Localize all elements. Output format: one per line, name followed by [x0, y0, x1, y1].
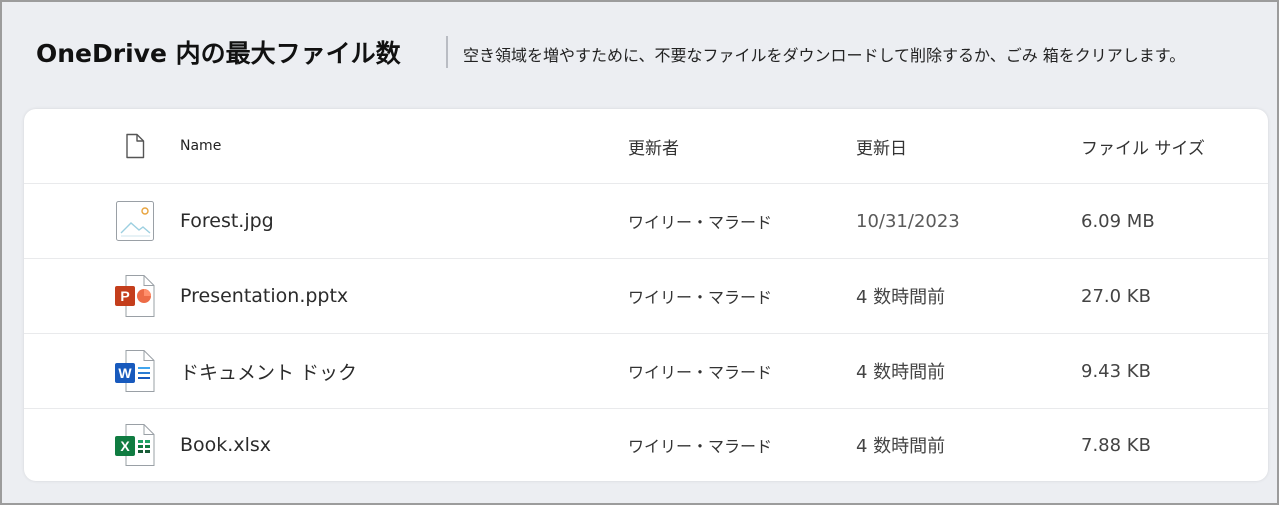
onedrive-largest-files-panel: OneDrive 内の最大ファイル数 空き領域を増やすために、不要なファイルをダ…: [0, 0, 1279, 505]
modified-by: ワイリー・マラード: [628, 213, 773, 232]
word-file-icon: W: [114, 349, 156, 393]
svg-text:W: W: [118, 365, 132, 381]
file-size: 6.09 MB: [1081, 210, 1155, 232]
column-header-file-size[interactable]: ファイル サイズ: [1081, 109, 1205, 183]
file-size: 27.0 KB: [1081, 285, 1151, 307]
modified-by: ワイリー・マラード: [628, 363, 773, 382]
excel-file-icon: X: [114, 423, 156, 467]
svg-text:P: P: [120, 288, 129, 304]
table-row[interactable]: X Book.xlsx ワイリー・マラード 4 数時間前 7.88 KB: [24, 408, 1268, 482]
column-header-modified-date[interactable]: 更新日: [856, 109, 907, 183]
column-header-modified-by[interactable]: 更新者: [628, 109, 679, 183]
file-name[interactable]: Forest.jpg: [180, 184, 274, 258]
modified-date: 4 数時間前: [856, 287, 946, 308]
page-title: OneDrive 内の最大ファイル数: [36, 39, 401, 68]
svg-text:X: X: [120, 438, 130, 454]
modified-by: ワイリー・マラード: [628, 288, 773, 307]
file-name[interactable]: Book.xlsx: [180, 408, 271, 482]
file-name[interactable]: ドキュメント ドック: [180, 334, 357, 408]
file-size: 7.88 KB: [1081, 434, 1151, 456]
files-table: Name 更新者 更新日 ファイル サイズ Forest.jpg ワイリー・マラ…: [24, 109, 1268, 481]
modified-date: 10/31/2023: [856, 210, 960, 232]
file-name[interactable]: Presentation.pptx: [180, 259, 348, 333]
powerpoint-file-icon: P: [114, 274, 156, 318]
column-header-name[interactable]: Name: [180, 109, 221, 183]
file-icon: [124, 133, 146, 159]
file-size: 9.43 KB: [1081, 360, 1151, 382]
table-header-row: Name 更新者 更新日 ファイル サイズ: [24, 109, 1268, 184]
image-file-icon: [115, 200, 155, 242]
modified-by: ワイリー・マラード: [628, 437, 773, 456]
table-row[interactable]: P Presentation.pptx ワイリー・マラード 4 数時間前 27.…: [24, 259, 1268, 334]
table-row[interactable]: W ドキュメント ドック ワイリー・マラード 4 数時間前 9.43 KB: [24, 334, 1268, 409]
panel-header: OneDrive 内の最大ファイル数 空き領域を増やすために、不要なファイルをダ…: [2, 2, 1277, 107]
modified-date: 4 数時間前: [856, 436, 946, 457]
file-type-column-header[interactable]: [112, 109, 158, 183]
modified-date: 4 数時間前: [856, 362, 946, 383]
header-divider: [446, 36, 448, 68]
table-row[interactable]: Forest.jpg ワイリー・マラード 10/31/2023 6.09 MB: [24, 184, 1268, 259]
page-subtitle: 空き領域を増やすために、不要なファイルをダウンロードして削除するか、ごみ 箱をク…: [463, 46, 1186, 65]
